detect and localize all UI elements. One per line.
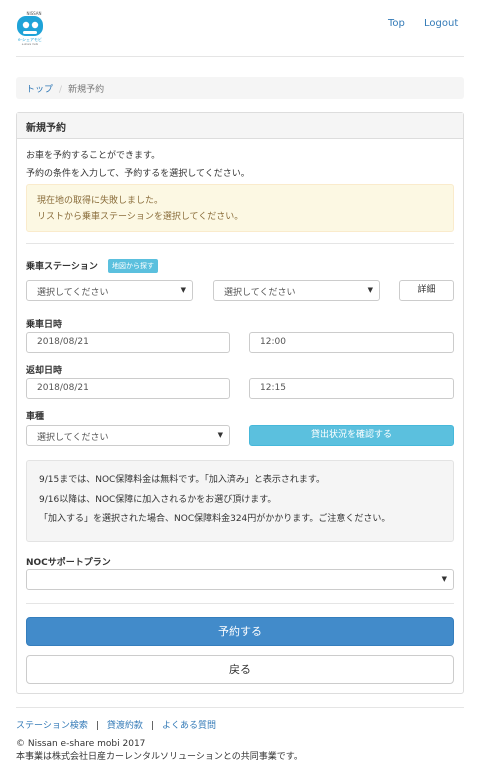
footer-divider: [16, 707, 464, 708]
return-date-input[interactable]: 2018/08/21: [26, 378, 230, 399]
header-divider: [16, 56, 464, 57]
noc-notice-box: 9/15までは、NOC保障料金は無料です。「加入済み」と表示されます。 9/16…: [26, 460, 454, 542]
intro-text-2: 予約の条件を入力して、予約するを選択してください。: [26, 169, 250, 179]
return-time-input[interactable]: 12:15: [249, 378, 454, 399]
alert-line-1: 現在地の取得に失敗しました。: [37, 196, 164, 206]
car-type-label: 車種: [26, 412, 45, 422]
svg-text:e-シェアモビ: e-シェアモビ: [18, 36, 42, 42]
footer-links: ステーション検索 | 貸渡約款 | よくある質問: [16, 718, 216, 731]
chevron-down-icon: ▼: [180, 286, 186, 294]
footer-link-station-search[interactable]: ステーション検索: [16, 721, 88, 731]
noc-plan-select[interactable]: ▼: [26, 569, 454, 590]
footer-link-terms[interactable]: 貸渡約款: [107, 721, 143, 731]
nav-logout-link[interactable]: Logout: [424, 18, 458, 29]
intro-text-1: お車を予約することができます。: [26, 151, 161, 161]
footer-copyright-block: © Nissan e-share mobi 2017 本事業は株式会社日産カーレ…: [16, 738, 303, 764]
station-select[interactable]: 選択してください ▼: [213, 280, 380, 301]
find-from-map-button[interactable]: 地図から探す: [108, 259, 158, 273]
notice-line-2: 9/16以降は、NOC保障に加入されるかをお選び頂けます。: [39, 494, 277, 505]
reservation-panel: 新規予約 お車を予約することができます。 予約の条件を入力して、予約するを選択し…: [16, 112, 464, 694]
pickup-date-input[interactable]: 2018/08/21: [26, 332, 230, 353]
pickup-datetime-label: 乗車日時: [26, 320, 63, 330]
nissan-e-share-mobi-logo[interactable]: NISSAN e-シェアモビ e-share mobi: [14, 10, 46, 46]
breadcrumb: トップ / 新規予約: [16, 77, 464, 99]
return-datetime-label: 返却日時: [26, 366, 63, 376]
noc-plan-label: NOCサポートプラン: [26, 558, 111, 568]
chevron-down-icon: ▼: [367, 286, 373, 294]
alert-line-2: リストから乗車ステーションを選択してください。: [37, 212, 244, 222]
joint-venture-note: 本事業は株式会社日産カーレンタルソリューションとの共同事業です。: [16, 752, 303, 762]
car-type-select[interactable]: 選択してください ▼: [26, 425, 230, 446]
svg-text:e-share mobi: e-share mobi: [22, 42, 39, 46]
station-select-value: 選択してください: [224, 288, 296, 298]
copyright-text: © Nissan e-share mobi 2017: [16, 739, 146, 749]
section-divider: [26, 243, 454, 244]
location-error-alert: 現在地の取得に失敗しました。 リストから乗車ステーションを選択してください。: [26, 184, 454, 232]
header: NISSAN e-シェアモビ e-share mobi Top Logout: [0, 0, 480, 56]
check-availability-button[interactable]: 貸出状況を確認する: [249, 425, 454, 446]
panel-title: 新規予約: [17, 113, 463, 139]
breadcrumb-separator: /: [59, 85, 63, 95]
breadcrumb-home-link[interactable]: トップ: [26, 85, 53, 95]
chevron-down-icon: ▼: [441, 575, 447, 583]
pickup-time-input[interactable]: 12:00: [249, 332, 454, 353]
notice-line-1: 9/15までは、NOC保障料金は無料です。「加入済み」と表示されます。: [39, 475, 326, 485]
footer-separator: |: [95, 721, 99, 731]
breadcrumb-current: 新規予約: [68, 85, 105, 95]
car-type-select-value: 選択してください: [37, 433, 109, 443]
nav-top-link[interactable]: Top: [388, 18, 405, 29]
footer-separator: |: [150, 721, 154, 731]
footer-link-faq[interactable]: よくある質問: [162, 721, 216, 731]
chevron-down-icon: ▼: [217, 431, 223, 439]
station-area-select[interactable]: 選択してください ▼: [26, 280, 193, 301]
station-area-select-value: 選択してください: [37, 288, 109, 298]
notice-line-3: 「加入する」を選択された場合、NOC保障料金324円がかかります。ご注意ください…: [39, 514, 391, 524]
svg-text:NISSAN: NISSAN: [26, 11, 41, 16]
station-label: 乗車ステーション: [26, 262, 98, 272]
back-button[interactable]: 戻る: [26, 655, 454, 684]
station-detail-button[interactable]: 詳細: [399, 280, 454, 301]
reserve-button[interactable]: 予約する: [26, 617, 454, 646]
actions-divider: [26, 603, 454, 604]
